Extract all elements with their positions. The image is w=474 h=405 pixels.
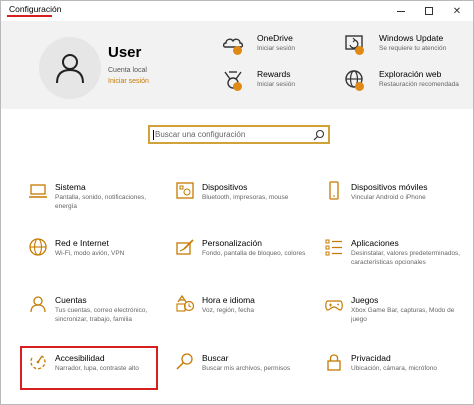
user-name: User <box>108 44 142 61</box>
tile-title: Dispositivos móviles <box>351 182 428 192</box>
header-item-rewards[interactable]: Rewards Iniciar sesión <box>222 69 342 99</box>
apps-icon <box>325 239 342 256</box>
tile-subtitle: Buscar mis archivos, permisos <box>202 365 291 372</box>
header-item-subtitle: Se requiere tu atención <box>379 45 447 52</box>
search-icon[interactable] <box>313 129 325 141</box>
tile-subtitle: Wi-Fi, modo avión, VPN <box>55 250 125 257</box>
tile-subtitle: Fondo, pantalla de bloqueo, colores <box>202 250 306 257</box>
tile-privacy[interactable]: Privacidad Ubicación, cámara, micrófono <box>324 352 464 398</box>
minimize-icon <box>397 10 405 12</box>
header-item-subtitle: Iniciar sesión <box>257 45 295 52</box>
search-icon <box>176 353 193 370</box>
tile-subtitle: Vincular Android o iPhone <box>351 194 426 201</box>
header-item-title: Exploración web <box>379 69 442 79</box>
text-caret <box>153 130 154 140</box>
tile-subtitle: Ubicación, cámara, micrófono <box>351 365 437 372</box>
header-item-title: Rewards <box>257 69 291 79</box>
accessibility-highlight <box>20 346 158 390</box>
gamepad-icon <box>325 300 343 311</box>
header-item-windows-update[interactable]: Windows Update Se requiere tu atención <box>344 33 464 63</box>
tile-subtitle: Xbox Game Bar, capturas, Modo de juego <box>351 307 455 323</box>
tile-devices[interactable]: Dispositivos Bluetooth, impresoras, mous… <box>175 181 315 227</box>
tile-personalization[interactable]: Personalización Fondo, pantalla de bloqu… <box>175 237 315 283</box>
tile-mobile-devices[interactable]: Dispositivos móviles Vincular Android o … <box>324 181 464 227</box>
header-item-onedrive[interactable]: OneDrive Iniciar sesión <box>222 33 342 63</box>
lock-icon <box>327 354 341 371</box>
account-header: User Cuenta local Iniciar sesión OneDriv… <box>1 21 473 109</box>
tile-subtitle: Tus cuentas, correo electrónico, sincron… <box>55 307 148 323</box>
settings-window: Configuración ✕ User Cuenta local Inicia… <box>0 0 474 405</box>
paint-icon <box>176 239 194 255</box>
maximize-button[interactable] <box>415 1 443 21</box>
tile-network-internet[interactable]: Red e Internet Wi-Fi, modo avión, VPN <box>28 237 168 283</box>
tile-gaming[interactable]: Juegos Xbox Game Bar, capturas, Modo de … <box>324 294 464 340</box>
tile-subtitle: Pantalla, sonido, notificaciones, energí… <box>55 194 147 210</box>
header-item-title: Windows Update <box>379 33 444 43</box>
tile-title: Hora e idioma <box>202 295 255 305</box>
header-item-subtitle: Iniciar sesión <box>257 81 295 88</box>
onedrive-badge <box>233 46 242 55</box>
tile-time-language[interactable]: Hora e idioma Voz, región, fecha <box>175 294 315 340</box>
time-language-icon <box>176 294 195 312</box>
tile-subtitle: Desinstalar, valores predeterminados, ca… <box>351 250 461 266</box>
tile-title: Dispositivos <box>202 182 248 192</box>
tile-system[interactable]: Sistema Pantalla, sonido, notificaciones… <box>28 181 168 227</box>
tile-title: Personalización <box>202 238 263 248</box>
tile-title: Buscar <box>202 353 229 363</box>
devices-icon <box>176 182 194 199</box>
phone-icon <box>329 181 339 200</box>
avatar[interactable] <box>39 37 101 99</box>
title-bar: Configuración ✕ <box>1 1 473 21</box>
close-button[interactable]: ✕ <box>443 1 471 21</box>
tile-subtitle: Voz, región, fecha <box>202 307 255 314</box>
tile-title: Privacidad <box>351 353 391 363</box>
search-input[interactable] <box>155 127 310 142</box>
globe-icon <box>29 238 47 256</box>
minimize-button[interactable] <box>387 1 415 21</box>
tile-search[interactable]: Buscar Buscar mis archivos, permisos <box>175 352 315 398</box>
windows-update-badge <box>355 46 364 55</box>
close-icon: ✕ <box>452 5 462 17</box>
tile-accounts[interactable]: Cuentas Tus cuentas, correo electrónico,… <box>28 294 168 340</box>
laptop-icon <box>29 184 47 198</box>
person-icon <box>30 296 46 313</box>
header-item-title: OneDrive <box>257 33 293 43</box>
maximize-icon <box>425 7 433 15</box>
header-item-subtitle: Restauración recomendada <box>379 81 459 88</box>
rewards-badge <box>233 82 242 91</box>
sign-in-link[interactable]: Iniciar sesión <box>108 78 149 85</box>
tile-apps[interactable]: Aplicaciones Desinstalar, valores predet… <box>324 237 464 283</box>
tile-title: Aplicaciones <box>351 238 399 248</box>
tile-title: Sistema <box>55 182 86 192</box>
account-type: Cuenta local <box>108 67 147 74</box>
tile-title: Cuentas <box>55 295 87 305</box>
search-box[interactable] <box>148 125 330 144</box>
tile-title: Red e Internet <box>55 238 109 248</box>
window-title: Configuración <box>9 4 62 14</box>
tile-subtitle: Bluetooth, impresoras, mouse <box>202 194 289 201</box>
tile-title: Juegos <box>351 295 379 305</box>
person-icon <box>56 54 84 84</box>
header-item-web-browsing[interactable]: Exploración web Restauración recomendada <box>344 69 464 99</box>
web-browsing-badge <box>355 82 364 91</box>
title-underline <box>7 15 52 17</box>
